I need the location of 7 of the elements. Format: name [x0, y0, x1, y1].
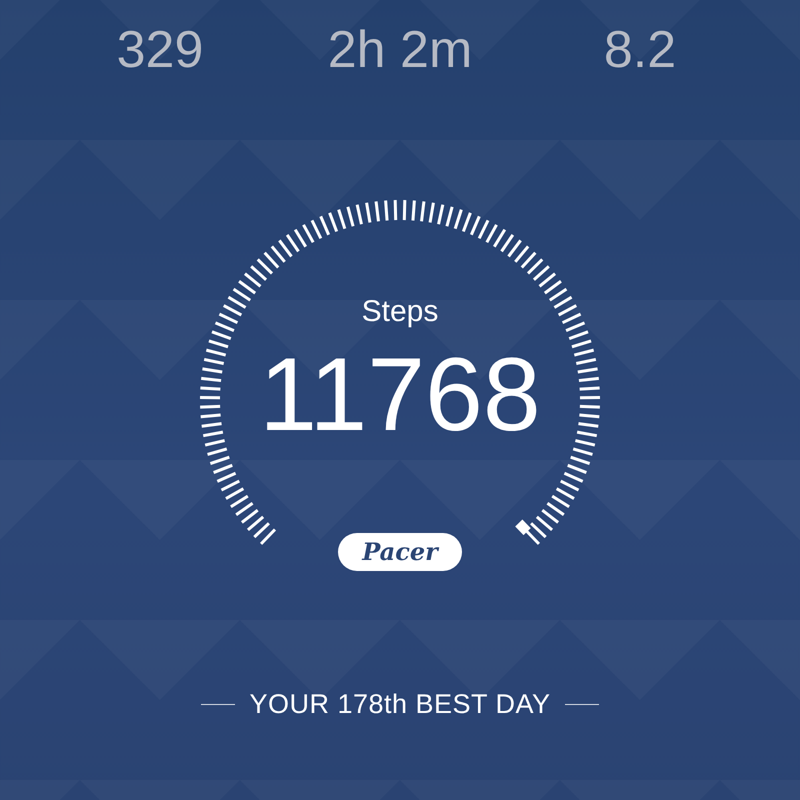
best-day-text: YOUR 178th BEST DAY [249, 688, 551, 720]
stat-value: 329 [116, 22, 204, 78]
stat-value: 2h 2m [326, 22, 474, 78]
brand-logo: Pacer [338, 533, 462, 571]
step-count: 11768 [258, 338, 542, 452]
stat-value: 8.2 [602, 22, 678, 78]
gauge-label: Steps [360, 294, 440, 330]
